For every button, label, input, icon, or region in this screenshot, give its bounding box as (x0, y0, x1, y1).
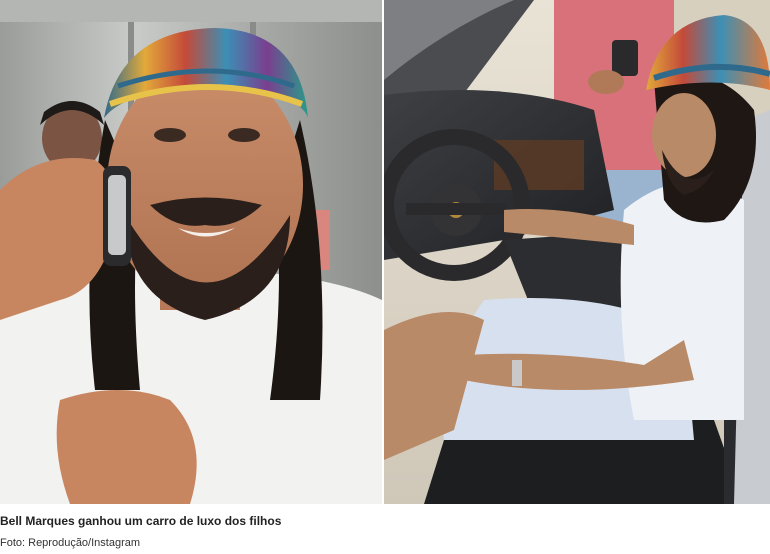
car-interior-scene-illustration (384, 0, 770, 504)
elevator-scene-illustration (0, 0, 382, 504)
photo-caption: Bell Marques ganhou um carro de luxo dos… (0, 514, 282, 528)
photo-elevator-with-key (0, 0, 382, 504)
photo-collage (0, 0, 770, 504)
news-photo-figure: Bell Marques ganhou um carro de luxo dos… (0, 0, 770, 554)
photo-credit: Foto: Reprodução/Instagram (0, 537, 141, 549)
photo-in-car (384, 0, 770, 504)
